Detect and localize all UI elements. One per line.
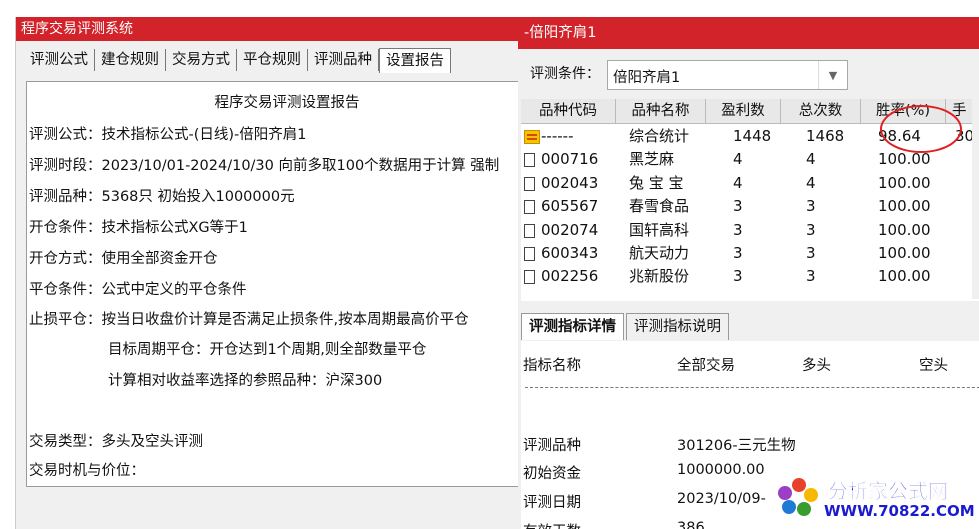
flower-icon bbox=[778, 486, 792, 500]
cell-profit: 4 bbox=[733, 150, 743, 169]
tab-trade-mode[interactable]: 交易方式 bbox=[166, 49, 237, 71]
condition-select[interactable]: 倍阳齐肩1 ▼ bbox=[607, 60, 848, 90]
tab-metric-explain[interactable]: 评测指标说明 bbox=[626, 313, 729, 340]
cell-name: 春雪食品 bbox=[629, 197, 690, 216]
chevron-down-icon[interactable]: ▼ bbox=[818, 61, 847, 89]
detail-value: 1000000.00 bbox=[677, 462, 765, 478]
cell-rate: 100.00 bbox=[878, 173, 931, 192]
tab-open-rules[interactable]: 建仓规则 bbox=[95, 49, 166, 71]
cell-name: 综合统计 bbox=[629, 127, 690, 145]
cell-total: 3 bbox=[806, 197, 816, 216]
window-title: 程序交易评测系统 bbox=[16, 17, 519, 41]
tab-formula[interactable]: 评测公式 bbox=[24, 49, 95, 71]
report-line: 评测时段：2023/10/01-2024/10/30 向前多取100个数据用于计… bbox=[29, 158, 500, 174]
cell-name: 兔 宝 宝 bbox=[629, 173, 684, 192]
cell-rate: 100.00 bbox=[878, 197, 931, 216]
divider bbox=[525, 387, 979, 388]
top-strip bbox=[0, 0, 979, 17]
detail-value: 2023/10/09- bbox=[677, 491, 766, 507]
report-line: 评测品种：5368只 初始投入1000000元 bbox=[29, 189, 295, 205]
cell-profit: 3 bbox=[733, 267, 743, 286]
report-line: 评测公式：技术指标公式-(日线)-倍阳齐肩1 bbox=[29, 127, 307, 143]
flower-icon bbox=[804, 488, 818, 502]
detail-label: 初始资金 bbox=[523, 466, 581, 482]
report-line: 目标周期平仓：开仓达到1个周期,则全部数量平仓 bbox=[108, 342, 427, 358]
col-header-name[interactable]: 品种名称 bbox=[616, 99, 706, 124]
report-line: 平仓条件：公式中定义的平仓条件 bbox=[29, 282, 247, 298]
report-line: 交易时机与价位： bbox=[29, 463, 145, 479]
condition-value: 倍阳齐肩1 bbox=[613, 70, 681, 86]
cell-profit: 1448 bbox=[733, 127, 772, 145]
cell-profit: 3 bbox=[733, 220, 743, 239]
cell-name: 航天动力 bbox=[629, 244, 690, 262]
report-line: 计算相对收益率选择的参照品种：沪深300 bbox=[108, 373, 383, 389]
results-title: -倍阳齐肩1 bbox=[518, 17, 979, 49]
cell-total: 1468 bbox=[806, 127, 845, 145]
cell-total: 3 bbox=[806, 244, 816, 262]
cell-profit: 3 bbox=[733, 197, 743, 216]
cell-total: 4 bbox=[806, 173, 816, 192]
col-header-profit[interactable]: 盈利数 bbox=[706, 99, 781, 124]
document-icon bbox=[524, 153, 535, 168]
detail-value: 301206-三元生物 bbox=[677, 438, 796, 454]
document-icon bbox=[524, 270, 535, 285]
report-line: 开仓条件：技术指标公式XG等于1 bbox=[29, 220, 248, 236]
document-icon bbox=[524, 247, 535, 261]
condition-label: 评测条件： bbox=[530, 66, 600, 82]
flower-icon bbox=[797, 502, 811, 516]
cell-code: ------ bbox=[541, 127, 574, 145]
col-header-code[interactable]: 品种代码 bbox=[521, 99, 616, 124]
detail-header-short: 空头 bbox=[919, 358, 948, 374]
tab-settings-report[interactable]: 设置报告 bbox=[379, 48, 451, 73]
report-line: 开仓方式：使用全部资金开仓 bbox=[29, 251, 218, 267]
cell-name: 兆新股份 bbox=[629, 267, 690, 286]
settings-report-window: 程序交易评测系统 评测公式 建仓规则 交易方式 平仓规则 评测品种 设置报告 程… bbox=[15, 17, 521, 529]
report-line: 止损平仓：按当日收盘价计算是否满足止损条件,按本周期最高价平仓 bbox=[29, 312, 469, 328]
cell-code: 605567 bbox=[541, 197, 599, 216]
cell-code: 002074 bbox=[541, 220, 599, 239]
detail-label: 有效天数 bbox=[523, 520, 581, 529]
report-line: 交易类型：多头及空头评测 bbox=[29, 434, 203, 450]
watermark-url: WWW.70822.COM bbox=[824, 502, 975, 520]
detail-header-all: 全部交易 bbox=[677, 358, 735, 374]
flower-icon bbox=[782, 500, 796, 514]
cell-total: 4 bbox=[806, 150, 816, 169]
cell-profit: 4 bbox=[733, 173, 743, 192]
tab-securities[interactable]: 评测品种 bbox=[308, 49, 379, 71]
cell-rate: 100.00 bbox=[878, 220, 931, 239]
report-heading: 程序交易评测设置报告 bbox=[214, 95, 360, 111]
detail-label: 评测日期 bbox=[523, 495, 581, 511]
results-window: -倍阳齐肩1 评测条件： 倍阳齐肩1 ▼ 品种代码 品种名称 盈利数 总次数 胜… bbox=[518, 17, 979, 529]
cell-name: 黑芝麻 bbox=[629, 150, 675, 169]
document-icon bbox=[524, 223, 535, 238]
detail-tabs: 评测指标详情 评测指标说明 bbox=[521, 313, 731, 341]
tab-close-rules[interactable]: 平仓规则 bbox=[237, 49, 308, 71]
col-header-total[interactable]: 总次数 bbox=[781, 99, 861, 124]
report-panel: 程序交易评测设置报告 评测公式：技术指标公式-(日线)-倍阳齐肩1 评测时段：2… bbox=[26, 81, 521, 487]
detail-header-long: 多头 bbox=[802, 358, 831, 374]
detail-label: 评测品种 bbox=[523, 438, 581, 454]
cell-total: 3 bbox=[806, 267, 816, 286]
cell-code: 000716 bbox=[541, 150, 599, 169]
document-icon bbox=[524, 176, 535, 191]
cell-code: 002256 bbox=[541, 267, 599, 286]
cell-code: 002043 bbox=[541, 173, 599, 192]
cell-code: 600343 bbox=[541, 244, 599, 262]
table-scrollbar[interactable] bbox=[972, 99, 979, 299]
cell-total: 3 bbox=[806, 220, 816, 239]
cell-name: 国轩高科 bbox=[629, 220, 690, 239]
watermark-title: 分析家公式网 bbox=[828, 479, 949, 504]
highlight-circle bbox=[880, 105, 962, 153]
flower-icon bbox=[792, 478, 806, 492]
watermark-logo: 分析家公式网 WWW.70822.COM bbox=[772, 470, 979, 529]
cell-rate: 100.00 bbox=[878, 244, 931, 262]
cell-rate: 100.00 bbox=[878, 267, 931, 286]
document-icon bbox=[524, 200, 535, 215]
detail-header-name: 指标名称 bbox=[523, 358, 581, 374]
tab-metric-details[interactable]: 评测指标详情 bbox=[521, 313, 624, 340]
settings-tabs: 评测公式 建仓规则 交易方式 平仓规则 评测品种 设置报告 bbox=[24, 48, 451, 73]
cell-profit: 3 bbox=[733, 244, 743, 262]
summary-row-icon bbox=[524, 130, 540, 144]
detail-value: 386 bbox=[677, 520, 705, 529]
